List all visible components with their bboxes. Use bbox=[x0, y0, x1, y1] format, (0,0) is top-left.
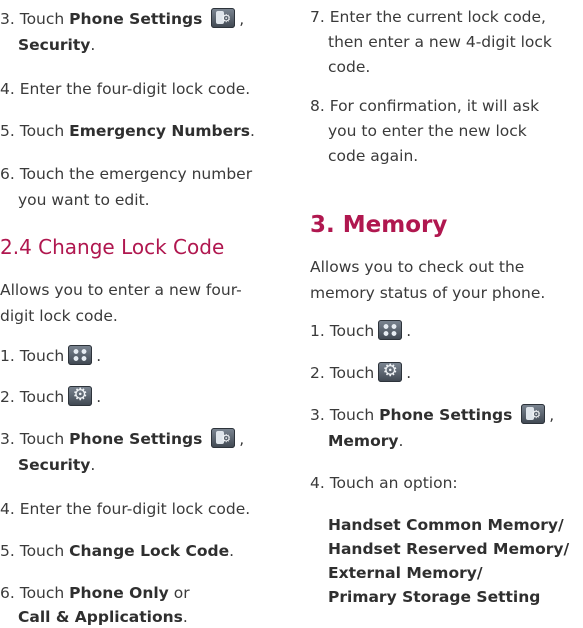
step-4-enter-lock-code: 4. Enter the four-digit lock code. bbox=[0, 80, 251, 98]
emergency-numbers-label: Emergency Numbers bbox=[69, 122, 251, 140]
step-1-touch-apps: 1. Touch. bbox=[0, 345, 102, 365]
phone-settings-label: Phone Settings bbox=[69, 430, 203, 448]
step-5-emergency-numbers: 5. Touch Emergency Numbers. bbox=[0, 122, 255, 140]
phone-settings-icon bbox=[211, 8, 236, 28]
phone-settings-icon bbox=[211, 428, 236, 448]
step-text: Touch bbox=[19, 10, 65, 28]
gear-settings-icon bbox=[378, 360, 403, 382]
apps-grid-icon bbox=[68, 345, 93, 365]
option-handset-reserved-memory: Handset Reserved Memory/ bbox=[328, 540, 570, 558]
apps-grid-icon bbox=[378, 320, 403, 340]
step-number: 3. bbox=[0, 10, 15, 28]
option-external-memory: External Memory/ bbox=[328, 564, 483, 582]
change-lock-code-label: Change Lock Code bbox=[69, 542, 230, 560]
step-3-phone-settings-memory: 3. Touch Phone Settings , Memory. bbox=[310, 404, 554, 452]
memory-label: Memory bbox=[328, 432, 399, 450]
phone-only-label: Phone Only bbox=[69, 584, 169, 602]
phone-settings-icon bbox=[521, 404, 546, 424]
step-4-touch-option: 4. Touch an option: bbox=[310, 474, 458, 492]
step-5-change-lock-code: 5. Touch Change Lock Code. bbox=[0, 542, 235, 560]
phone-settings-label: Phone Settings bbox=[379, 406, 513, 424]
step-6-phone-only-or-call: 6. Touch Phone Only or Call & Applicatio… bbox=[0, 584, 190, 626]
step-7-enter-new-code: 7. Enter the current lock code, then ent… bbox=[310, 8, 552, 76]
step-1-touch-apps: 1. Touch. bbox=[310, 320, 412, 340]
step-3-phone-settings-security-2: 3. Touch Phone Settings , Security. bbox=[0, 428, 244, 476]
gear-settings-icon bbox=[68, 384, 93, 406]
step-2-touch-settings: 2. Touch. bbox=[310, 360, 411, 384]
step-8-confirm-code: 8. For confirmation, it will ask you to … bbox=[310, 97, 540, 165]
memory-options-list: Handset Common Memory/ Handset Reserved … bbox=[328, 514, 569, 608]
security-label: Security bbox=[18, 36, 91, 54]
memory-intro: Allows you to check out the memory statu… bbox=[310, 258, 546, 302]
section-heading-change-lock-code: 2.4 Change Lock Code bbox=[0, 235, 225, 259]
security-label: Security bbox=[18, 456, 91, 474]
step-3-phone-settings-security: 3. Touch Phone Settings , Security. bbox=[0, 8, 244, 56]
option-handset-common-memory: Handset Common Memory/ bbox=[328, 516, 564, 534]
section-intro: Allows you to enter a new four- digit lo… bbox=[0, 281, 242, 325]
phone-settings-label: Phone Settings bbox=[69, 10, 203, 28]
step-2-touch-settings: 2. Touch. bbox=[0, 384, 101, 408]
step-6-edit-emergency-number: 6. Touch the emergency number you want t… bbox=[0, 165, 253, 209]
call-applications-label: Call & Applications bbox=[18, 608, 183, 626]
option-primary-storage-setting: Primary Storage Setting bbox=[328, 588, 541, 606]
step-4-enter-lock-code-2: 4. Enter the four-digit lock code. bbox=[0, 500, 251, 518]
section-heading-memory: 3. Memory bbox=[310, 212, 448, 238]
